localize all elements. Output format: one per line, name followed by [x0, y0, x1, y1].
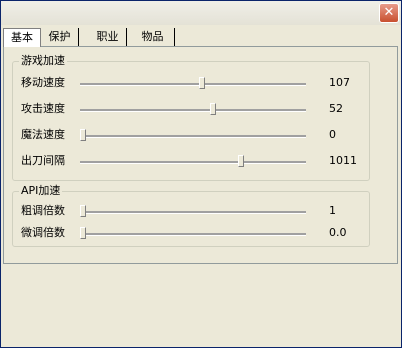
slider-thumb[interactable]	[198, 77, 205, 89]
slider-thumb[interactable]	[209, 103, 216, 115]
group-api-speed: API加速 粗调倍数 1 微调倍数 0.0	[12, 184, 370, 247]
row-label: 微调倍数	[21, 226, 65, 239]
row-value: 1011	[329, 154, 357, 167]
slider-track[interactable]	[80, 205, 306, 217]
row-value: 0	[329, 128, 336, 141]
slider-track[interactable]	[80, 103, 306, 115]
row-label: 魔法速度	[21, 128, 65, 141]
row-move-speed: 移动速度 107	[13, 76, 369, 92]
row-value: 1	[329, 204, 336, 217]
slider-thumb[interactable]	[80, 129, 86, 141]
row-label: 移动速度	[21, 76, 65, 89]
tab-panel-basic: 游戏加速 移动速度 107 攻击速度 52 魔法速度 0 出刀间隔 1011 A…	[3, 46, 398, 264]
slider-track[interactable]	[80, 129, 306, 141]
slider-track[interactable]	[80, 227, 306, 239]
tab-profession[interactable]: 职业	[89, 28, 127, 46]
row-value: 0.0	[329, 226, 347, 239]
row-label: 出刀间隔	[21, 154, 65, 167]
row-label: 粗调倍数	[21, 204, 65, 217]
slider-thumb[interactable]	[80, 205, 86, 217]
group-game-speed: 游戏加速 移动速度 107 攻击速度 52 魔法速度 0 出刀间隔 1011	[12, 54, 370, 181]
tab-basic[interactable]: 基本	[3, 28, 41, 47]
row-fine-multiplier: 微调倍数 0.0	[13, 226, 369, 242]
slider-track[interactable]	[80, 77, 306, 89]
slider-track[interactable]	[80, 155, 306, 167]
group-title: 游戏加速	[19, 54, 67, 68]
row-coarse-multiplier: 粗调倍数 1	[13, 204, 369, 220]
tab-protect[interactable]: 保护	[41, 28, 79, 46]
row-attack-interval: 出刀间隔 1011	[13, 154, 369, 170]
slider-thumb[interactable]	[238, 155, 245, 167]
settings-window: ✕ 基本 保护 职业 物品 游戏加速 移动速度 107 攻击速度 52 魔法速度…	[0, 0, 402, 348]
row-label: 攻击速度	[21, 102, 65, 115]
row-value: 52	[329, 102, 343, 115]
row-magic-speed: 魔法速度 0	[13, 128, 369, 144]
tab-items[interactable]: 物品	[131, 28, 175, 46]
slider-thumb[interactable]	[80, 227, 86, 239]
row-value: 107	[329, 76, 350, 89]
row-attack-speed: 攻击速度 52	[13, 102, 369, 118]
group-title: API加速	[19, 184, 63, 198]
close-icon[interactable]: ✕	[379, 3, 399, 23]
title-bar: ✕	[1, 1, 401, 25]
